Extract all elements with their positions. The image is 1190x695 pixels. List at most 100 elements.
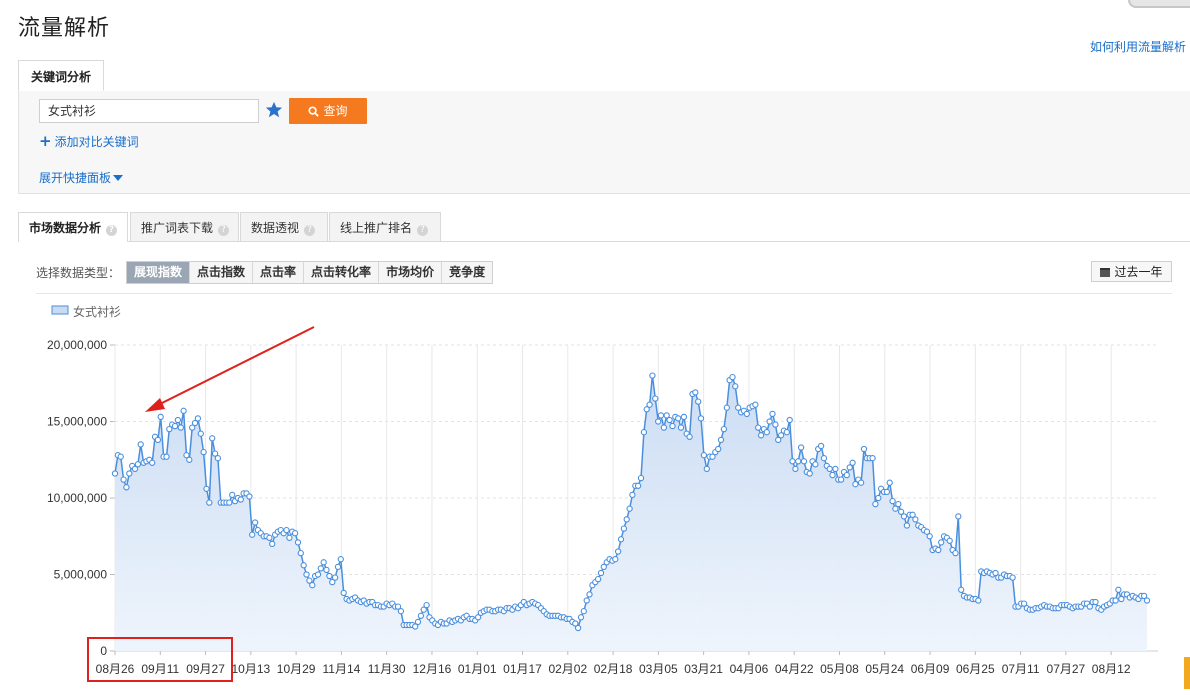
data-point <box>763 429 770 436</box>
data-point <box>120 476 127 483</box>
data-point <box>829 471 836 479</box>
data-point <box>875 494 882 502</box>
data-point <box>717 436 725 444</box>
data-point <box>752 401 759 408</box>
data-point <box>320 559 327 566</box>
data-point <box>797 444 805 451</box>
data-point <box>637 474 645 482</box>
x-tick-label: 01月17 <box>503 662 542 676</box>
data-point <box>340 589 347 597</box>
data-point <box>646 401 653 408</box>
data-point <box>203 485 210 492</box>
data-point <box>612 556 619 563</box>
data-point <box>1143 597 1151 604</box>
data-point <box>975 597 982 604</box>
data-point <box>620 525 628 532</box>
data-point <box>729 373 736 381</box>
data-point <box>952 549 959 557</box>
data-point <box>111 470 119 477</box>
x-tick-label: 08月12 <box>1092 662 1131 676</box>
data-point <box>772 421 779 428</box>
data-point <box>792 465 799 473</box>
x-tick-label: 02月18 <box>594 662 633 676</box>
data-point <box>197 430 204 437</box>
data-point <box>614 548 622 555</box>
data-point <box>291 530 299 537</box>
x-tick-label: 12月16 <box>413 662 452 676</box>
data-point <box>337 556 344 563</box>
data-point <box>634 482 642 489</box>
data-point <box>677 424 685 431</box>
data-point <box>623 516 630 523</box>
data-point <box>286 534 293 541</box>
data-point <box>283 526 290 534</box>
x-tick-label: 02月02 <box>548 662 587 676</box>
data-point <box>666 416 673 424</box>
data-point <box>640 429 648 436</box>
y-tick-label: 5,000,000 <box>54 568 108 582</box>
data-point <box>171 422 179 430</box>
data-point <box>123 484 130 491</box>
data-point <box>837 476 845 483</box>
data-point <box>786 416 793 424</box>
data-point <box>900 513 908 520</box>
data-point <box>303 571 310 578</box>
x-tick-label: 04月06 <box>730 662 769 676</box>
data-point <box>912 516 919 523</box>
data-point <box>397 608 405 615</box>
data-point <box>297 549 304 557</box>
data-point <box>789 458 796 465</box>
x-tick-label: 03月21 <box>684 662 723 676</box>
data-point <box>649 372 656 379</box>
x-tick-label: 11月14 <box>322 662 360 676</box>
data-point <box>200 448 207 456</box>
x-tick-label: 04月22 <box>775 662 814 676</box>
data-point <box>903 522 911 529</box>
data-point <box>423 601 430 609</box>
data-point <box>574 624 582 632</box>
data-point <box>769 410 776 418</box>
data-point <box>926 533 933 540</box>
data-point <box>586 591 593 598</box>
y-tick-label: 20,000,000 <box>47 338 107 352</box>
data-point <box>149 459 156 466</box>
impression-chart: 05,000,00010,000,00015,000,00020,000,000… <box>47 304 1158 676</box>
data-point <box>800 458 808 465</box>
y-tick-label: 10,000,000 <box>47 491 107 505</box>
data-point <box>266 534 273 541</box>
data-point <box>869 455 876 462</box>
data-point <box>700 452 708 459</box>
data-point <box>723 404 730 411</box>
data-point <box>177 424 184 431</box>
x-tick-label: 07月11 <box>1002 662 1040 676</box>
data-point <box>326 572 333 580</box>
data-point <box>675 415 682 422</box>
data-point <box>857 479 865 486</box>
data-point <box>715 445 722 453</box>
data-point <box>652 395 659 402</box>
data-point <box>849 459 856 466</box>
data-point <box>214 455 222 462</box>
data-point <box>832 465 839 473</box>
data-point <box>1009 574 1016 581</box>
data-point <box>134 461 142 468</box>
x-tick-label: 10月29 <box>277 662 316 676</box>
data-point <box>826 465 833 473</box>
data-point <box>629 491 636 499</box>
data-point <box>249 531 256 538</box>
data-point <box>194 415 202 422</box>
data-point <box>889 497 896 505</box>
x-tick-label: 03月05 <box>639 662 678 676</box>
data-point <box>226 499 233 506</box>
data-point <box>657 412 665 419</box>
data-point <box>755 424 762 431</box>
data-point <box>946 537 953 544</box>
legend-swatch <box>51 305 69 315</box>
x-tick-label: 07月27 <box>1047 662 1086 676</box>
data-point <box>417 612 425 619</box>
data-point <box>209 435 216 442</box>
data-point <box>1112 597 1119 604</box>
data-point <box>669 422 676 430</box>
data-point <box>783 429 790 436</box>
data-point <box>660 424 668 431</box>
